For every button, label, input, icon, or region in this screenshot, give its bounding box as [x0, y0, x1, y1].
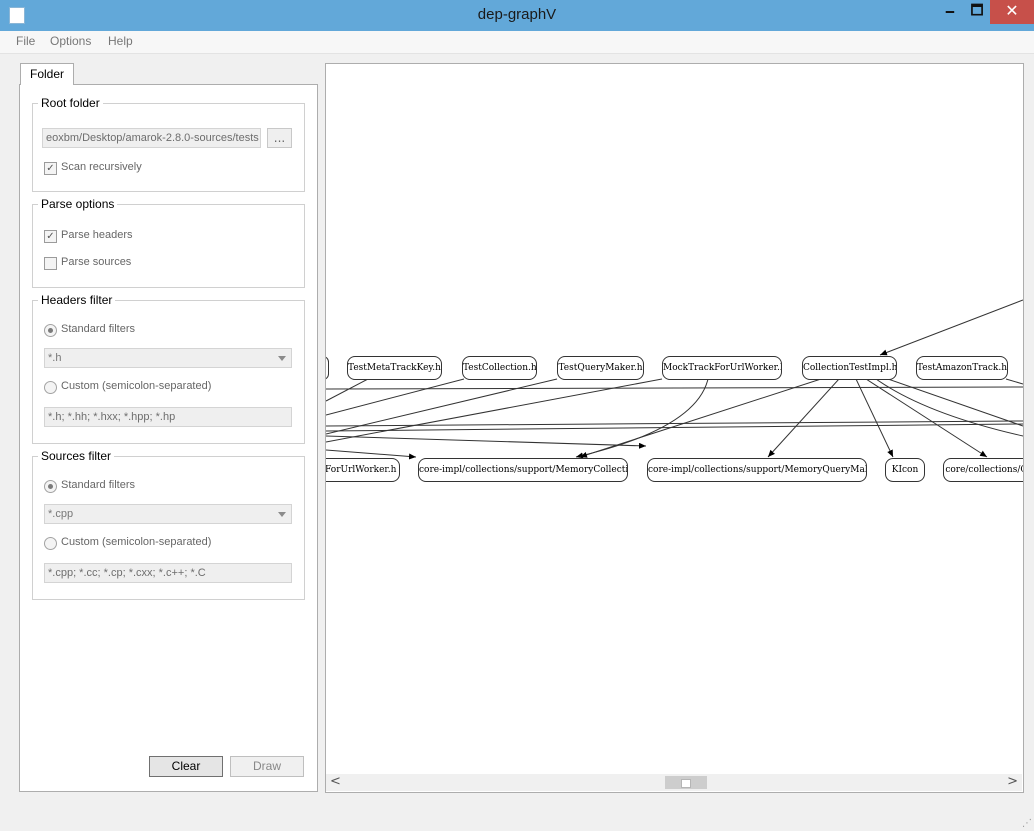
scroll-thumb[interactable] — [665, 776, 707, 789]
headers-filter-group: Headers filter Standard filters *.h Cust… — [32, 293, 305, 444]
root-folder-path[interactable]: eoxbm/Desktop/amarok-2.8.0-sources/tests — [42, 128, 261, 148]
graph-view[interactable]: TestMetaTrackKey.h TestCollection.h Test… — [325, 63, 1024, 793]
scroll-left-icon[interactable]: < — [330, 774, 341, 789]
check-icon: ✓ — [46, 163, 55, 174]
graph-node[interactable]: core-impl/collections/support/MemoryQuer… — [647, 458, 867, 482]
headers-custom-radio[interactable] — [44, 381, 57, 394]
menu-file[interactable]: File — [16, 34, 35, 48]
sources-custom-label: Custom (semicolon-separated) — [61, 536, 212, 548]
menu-bar: File Options Help — [0, 31, 1034, 54]
horizontal-scrollbar[interactable]: < > — [326, 774, 1022, 791]
headers-standard-value: *.h — [48, 352, 62, 364]
graph-node[interactable]: core-impl/collections/support/MemoryColl… — [418, 458, 628, 482]
headers-custom-input[interactable]: *.h; *.hh; *.hxx; *.hpp; *.hp — [44, 407, 292, 427]
graph-node[interactable] — [326, 356, 329, 380]
graph-node[interactable]: KIcon — [885, 458, 925, 482]
parse-sources-label: Parse sources — [61, 256, 132, 268]
chevron-down-icon — [278, 356, 286, 361]
scan-recursively-checkbox[interactable]: ✓ — [44, 162, 57, 175]
browse-button[interactable]: ... — [267, 128, 292, 148]
graph-node[interactable]: core/collections/Co — [943, 458, 1023, 482]
status-bar: ⋰ — [0, 809, 1034, 831]
graph-node[interactable]: TestMetaTrackKey.h — [347, 356, 442, 380]
sources-custom-input[interactable]: *.cpp; *.cc; *.cp; *.cxx; *.c++; *.C — [44, 563, 292, 583]
check-icon: ✓ — [46, 231, 55, 242]
headers-standard-radio[interactable] — [44, 324, 57, 337]
graph-node[interactable]: TestCollection.h — [462, 356, 537, 380]
sources-standard-combo[interactable]: *.cpp — [44, 504, 292, 524]
sources-standard-radio[interactable] — [44, 480, 57, 493]
graph-node[interactable]: TestQueryMaker.h — [557, 356, 644, 380]
graph-node[interactable]: CollectionTestImpl.h — [802, 356, 897, 380]
headers-custom-label: Custom (semicolon-separated) — [61, 380, 212, 392]
maximize-button[interactable]: 🗖 — [964, 0, 990, 24]
sources-standard-value: *.cpp — [48, 508, 74, 520]
main-window: dep-graphV 🗕 🗖 ✕ File Options Help Folde… — [0, 0, 1034, 831]
parse-headers-checkbox[interactable]: ✓ — [44, 230, 57, 243]
sources-filter-title: Sources filter — [38, 449, 115, 463]
menu-options[interactable]: Options — [50, 34, 91, 48]
headers-standard-label: Standard filters — [61, 323, 135, 335]
chevron-down-icon — [278, 512, 286, 517]
parse-options-title: Parse options — [38, 197, 118, 211]
tab-folder[interactable]: Folder — [20, 63, 74, 85]
headers-standard-combo[interactable]: *.h — [44, 348, 292, 368]
graph-edges — [326, 299, 1023, 460]
draw-button[interactable]: Draw — [230, 756, 304, 777]
menu-help[interactable]: Help — [108, 34, 133, 48]
root-folder-group: Root folder eoxbm/Desktop/amarok-2.8.0-s… — [32, 96, 305, 192]
minimize-button[interactable]: 🗕 — [937, 0, 963, 24]
folder-panel: Root folder eoxbm/Desktop/amarok-2.8.0-s… — [19, 84, 318, 792]
scan-recursively-label: Scan recursively — [61, 161, 142, 173]
parse-headers-label: Parse headers — [61, 229, 133, 241]
parse-options-group: Parse options ✓ Parse headers Parse sour… — [32, 197, 305, 288]
parse-sources-checkbox[interactable] — [44, 257, 57, 270]
headers-filter-title: Headers filter — [38, 293, 116, 307]
clear-button[interactable]: Clear — [149, 756, 223, 777]
root-folder-title: Root folder — [38, 96, 103, 110]
scroll-right-icon[interactable]: > — [1007, 774, 1018, 789]
title-bar: dep-graphV 🗕 🗖 ✕ — [0, 0, 1034, 31]
sources-filter-group: Sources filter Standard filters *.cpp Cu… — [32, 449, 305, 600]
graph-node[interactable]: MockTrackForUrlWorker.h — [662, 356, 782, 380]
size-grip-icon[interactable]: ⋰ — [1022, 818, 1032, 829]
graph-node[interactable]: kForUrlWorker.h — [326, 458, 400, 482]
window-title: dep-graphV — [477, 6, 557, 23]
sources-standard-label: Standard filters — [61, 479, 135, 491]
close-button[interactable]: ✕ — [990, 0, 1034, 24]
graph-node[interactable]: TestAmazonTrack.h — [916, 356, 1008, 380]
sources-custom-radio[interactable] — [44, 537, 57, 550]
